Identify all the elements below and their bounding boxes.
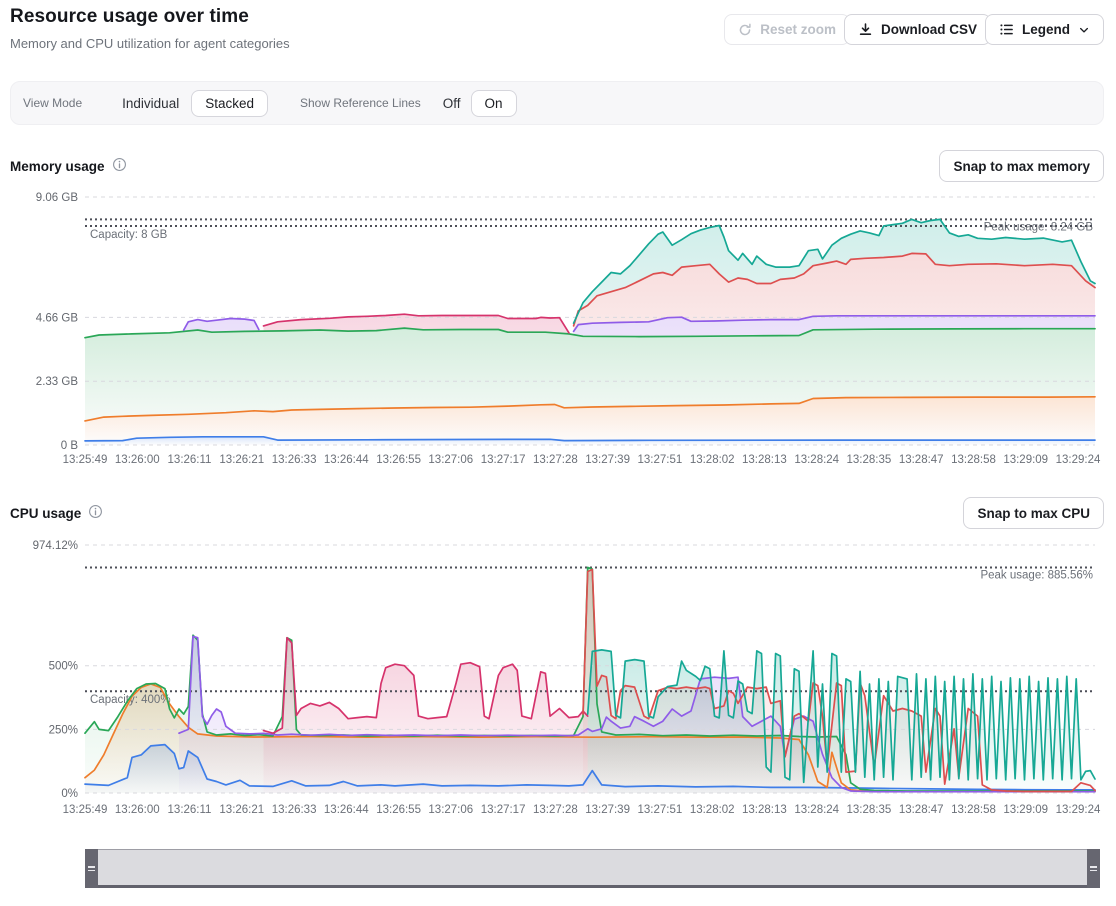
reference-lines-label: Show Reference Lines: [300, 96, 421, 110]
memory-x-tick-label: 13:28:35: [847, 454, 892, 466]
memory-x-tick-label: 13:28:02: [690, 454, 735, 466]
cpu-x-tick-label: 13:26:55: [376, 804, 421, 816]
memory-section-title: Memory usage: [10, 157, 127, 175]
memory-x-tick-label: 13:28:58: [951, 454, 996, 466]
cpu-x-tick-label: 13:27:39: [585, 804, 630, 816]
memory-x-tick-label: 13:27:17: [481, 454, 526, 466]
cpu-x-tick-label: 13:27:17: [481, 804, 526, 816]
chevron-down-icon: [1078, 24, 1090, 36]
memory-x-tick-label: 13:26:55: [376, 454, 421, 466]
snap-to-max-cpu-button[interactable]: Snap to max CPU: [963, 497, 1104, 529]
cpu-x-tick-label: 13:29:24: [1056, 804, 1101, 816]
memory-x-tick-label: 13:29:09: [1003, 454, 1048, 466]
cpu-y-tick-label: 500%: [49, 661, 78, 673]
memory-x-tick-label: 13:27:06: [428, 454, 473, 466]
cpu-y-tick-label: 974.12%: [33, 540, 78, 552]
cpu-info-icon[interactable]: [88, 504, 103, 522]
snap-to-max-memory-button[interactable]: Snap to max memory: [939, 150, 1104, 182]
cpu-x-tick-label: 13:28:58: [951, 804, 996, 816]
cpu-x-tick-label: 13:25:49: [63, 804, 108, 816]
download-icon: [858, 22, 873, 37]
cpu-x-tick-label: 13:26:21: [219, 804, 264, 816]
reset-zoom-icon: [738, 23, 752, 37]
view-mode-label: View Mode: [23, 96, 82, 110]
cpu-x-tick-label: 13:26:33: [272, 804, 317, 816]
memory-x-tick-label: 13:26:00: [115, 454, 160, 466]
cpu-series-pink-area: [264, 638, 588, 793]
cpu-chart[interactable]: 974.12%500%250%0%Peak usage: 885.56%Capa…: [0, 532, 1116, 827]
memory-x-tick-label: 13:28:13: [742, 454, 787, 466]
cpu-x-tick-label: 13:28:35: [847, 804, 892, 816]
cpu-x-tick-label: 13:28:02: [690, 804, 735, 816]
cpu-y-tick-label: 250%: [49, 724, 78, 736]
cpu-reference-label: Peak usage: 885.56%: [980, 570, 1093, 582]
download-csv-button[interactable]: Download CSV: [844, 14, 991, 45]
memory-y-tick-label: 9.06 GB: [36, 192, 79, 204]
cpu-y-tick-label: 0%: [61, 788, 78, 800]
cpu-x-tick-label: 13:27:28: [533, 804, 578, 816]
memory-x-tick-label: 13:26:33: [272, 454, 317, 466]
cpu-x-tick-label: 13:28:24: [794, 804, 839, 816]
memory-y-tick-label: 2.33 GB: [36, 376, 79, 388]
cpu-x-tick-label: 13:26:44: [324, 804, 369, 816]
cpu-x-tick-label: 13:29:09: [1003, 804, 1048, 816]
cpu-section-title: CPU usage: [10, 504, 103, 522]
memory-x-tick-label: 13:28:24: [794, 454, 839, 466]
scrollbar-right-handle[interactable]: [1087, 849, 1100, 888]
page-subtitle: Memory and CPU utilization for agent cat…: [10, 36, 290, 51]
reset-zoom-button[interactable]: Reset zoom: [724, 14, 850, 45]
memory-x-tick-label: 13:27:28: [533, 454, 578, 466]
cpu-x-tick-label: 13:27:06: [428, 804, 473, 816]
resource-usage-dashboard: Resource usage over time Memory and CPU …: [0, 0, 1116, 906]
memory-x-tick-label: 13:25:49: [63, 454, 108, 466]
cpu-x-tick-label: 13:26:11: [168, 804, 212, 816]
legend-button[interactable]: Legend: [985, 14, 1104, 45]
memory-x-tick-label: 13:29:24: [1056, 454, 1101, 466]
view-mode-option-individual[interactable]: Individual: [122, 96, 179, 111]
time-range-scrollbar[interactable]: [85, 849, 1100, 888]
reference-lines-option-on[interactable]: On: [471, 90, 517, 117]
view-mode-option-stacked[interactable]: Stacked: [191, 90, 268, 117]
reference-lines-option-off[interactable]: Off: [443, 96, 461, 111]
scrollbar-left-handle[interactable]: [85, 849, 98, 888]
memory-x-tick-label: 13:26:21: [219, 454, 264, 466]
cpu-x-tick-label: 13:27:51: [638, 804, 683, 816]
memory-x-tick-label: 13:26:11: [168, 454, 212, 466]
memory-x-tick-label: 13:26:44: [324, 454, 369, 466]
legend-list-icon: [999, 22, 1014, 37]
cpu-x-tick-label: 13:28:13: [742, 804, 787, 816]
memory-info-icon[interactable]: [112, 157, 127, 175]
page-title: Resource usage over time: [10, 6, 249, 28]
memory-reference-label: Capacity: 8 GB: [90, 229, 168, 241]
memory-x-tick-label: 13:27:51: [638, 454, 683, 466]
memory-chart[interactable]: 9.06 GB 4.66 GB 2.33 GB 0 B Peak usage: 8.24…: [0, 185, 1116, 485]
memory-y-tick-label: 4.66 GB: [36, 312, 79, 324]
memory-reference-label: Peak usage: 8.24 GB: [984, 221, 1094, 233]
memory-x-tick-label: 13:27:39: [585, 454, 630, 466]
chart-controls-bar: View Mode Individual Stacked Show Refere…: [10, 81, 1104, 125]
cpu-x-tick-label: 13:28:47: [899, 804, 944, 816]
memory-y-tick-label: 0 B: [61, 440, 79, 452]
memory-x-tick-label: 13:28:47: [899, 454, 944, 466]
cpu-x-tick-label: 13:26:00: [115, 804, 160, 816]
